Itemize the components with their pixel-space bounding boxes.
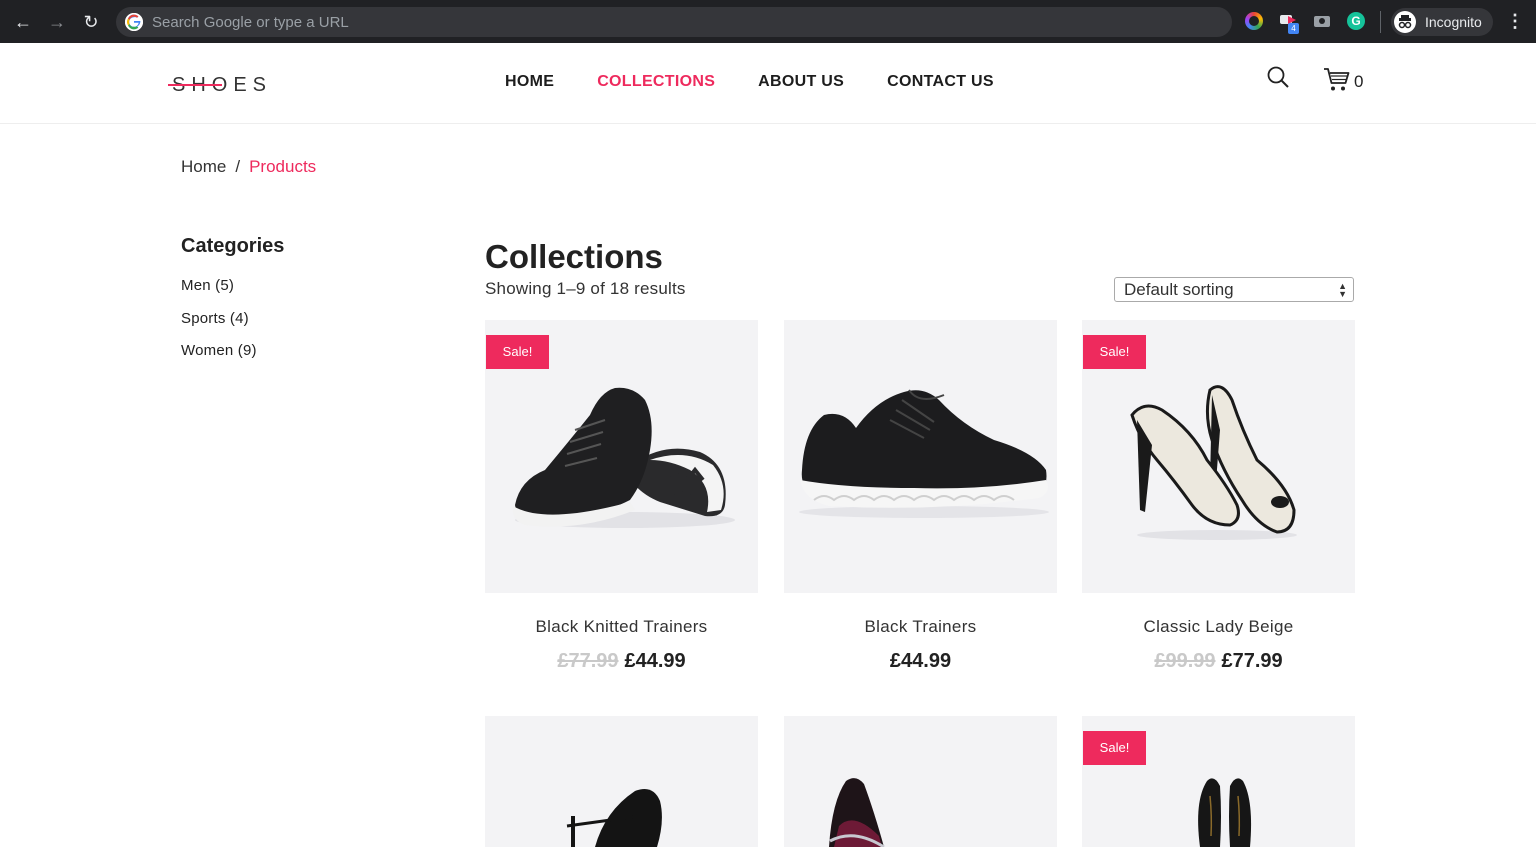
current-price: £44.99 (624, 650, 686, 672)
product-name[interactable]: Black Trainers (784, 617, 1057, 637)
toolbar-divider (1380, 11, 1381, 33)
sneaker-image (799, 389, 1049, 518)
browser-toolbar: ← → ↻ Search Google or type a URL 4 G In… (0, 0, 1536, 43)
omnibox-placeholder: Search Google or type a URL (152, 14, 349, 31)
search-icon[interactable] (1266, 65, 1290, 89)
result-count: Showing 1–9 of 18 results (485, 279, 686, 298)
pump-heel-image (829, 778, 885, 847)
incognito-label: Incognito (1425, 14, 1482, 30)
old-price: £77.99 (557, 650, 619, 672)
page-title: Collections (485, 238, 663, 275)
product-image[interactable] (784, 320, 1057, 593)
product-image[interactable]: Sale! (1082, 320, 1355, 593)
breadcrumb-current: Products (249, 157, 317, 176)
incognito-indicator[interactable]: Incognito (1391, 8, 1493, 36)
nav-contact-link[interactable]: CONTACT US (887, 73, 994, 91)
reload-icon[interactable]: ↻ (80, 11, 102, 33)
category-list: Men (5) Sports (4) Women (9) (181, 277, 257, 375)
product-image[interactable] (485, 716, 758, 847)
color-extension-icon[interactable] (1245, 12, 1263, 30)
strap-heel-image (566, 788, 662, 847)
nav-home-link[interactable]: HOME (505, 73, 554, 91)
breadcrumb-home-link[interactable]: Home (181, 157, 226, 176)
sale-badge: Sale! (1083, 731, 1146, 765)
camera-extension-icon[interactable] (1313, 12, 1331, 30)
nav-about-link[interactable]: ABOUT US (758, 73, 844, 91)
product-name[interactable]: Classic Lady Beige (1082, 617, 1355, 637)
product-image[interactable]: Sale! (1082, 716, 1355, 847)
categories-heading: Categories (181, 235, 285, 257)
product-price: £44.99 (784, 650, 1057, 673)
site-logo[interactable]: SHOES (168, 74, 272, 97)
product-image[interactable] (784, 716, 1057, 847)
grammarly-icon[interactable]: G (1347, 12, 1365, 30)
main-nav: HOME COLLECTIONS ABOUT US CONTACT US (505, 73, 994, 91)
nav-collections-link[interactable]: COLLECTIONS (597, 73, 715, 91)
back-arrow-icon[interactable]: ← (12, 11, 34, 33)
cart-count[interactable]: 0 (1354, 72, 1363, 92)
forward-arrow-icon[interactable]: → (46, 11, 68, 33)
sale-badge: Sale! (486, 335, 549, 369)
menu-kebab-icon[interactable]: ⋮ (1506, 10, 1524, 32)
logo-strike-mark (168, 84, 222, 86)
current-price: £77.99 (1221, 650, 1283, 672)
address-bar[interactable]: Search Google or type a URL (116, 7, 1232, 37)
category-sports[interactable]: Sports (4) (181, 310, 257, 343)
category-men[interactable]: Men (5) (181, 277, 257, 310)
incognito-icon (1394, 11, 1416, 33)
product-name[interactable]: Black Knitted Trainers (485, 617, 758, 637)
product-price: £77.99 £44.99 (485, 650, 758, 673)
sale-badge: Sale! (1083, 335, 1146, 369)
breadcrumb: Home / Products (181, 157, 316, 177)
old-price: £99.99 (1154, 650, 1216, 672)
cast-extension-icon[interactable]: 4 (1279, 12, 1299, 34)
product-image[interactable]: Sale! (485, 320, 758, 593)
breadcrumb-separator: / (235, 157, 241, 176)
sort-selected-value: Default sorting (1124, 280, 1234, 299)
extension-badge: 4 (1288, 23, 1299, 34)
site-header: SHOES HOME COLLECTIONS ABOUT US CONTACT … (0, 43, 1536, 124)
sort-select[interactable]: Default sorting ▲ ▼ (1114, 277, 1354, 302)
product-price: £99.99 £77.99 (1082, 650, 1355, 673)
google-icon (125, 13, 143, 31)
current-price: £44.99 (889, 650, 952, 672)
select-arrows-icon: ▲ ▼ (1338, 281, 1347, 299)
category-women[interactable]: Women (9) (181, 342, 257, 375)
cart-icon[interactable] (1323, 67, 1351, 93)
